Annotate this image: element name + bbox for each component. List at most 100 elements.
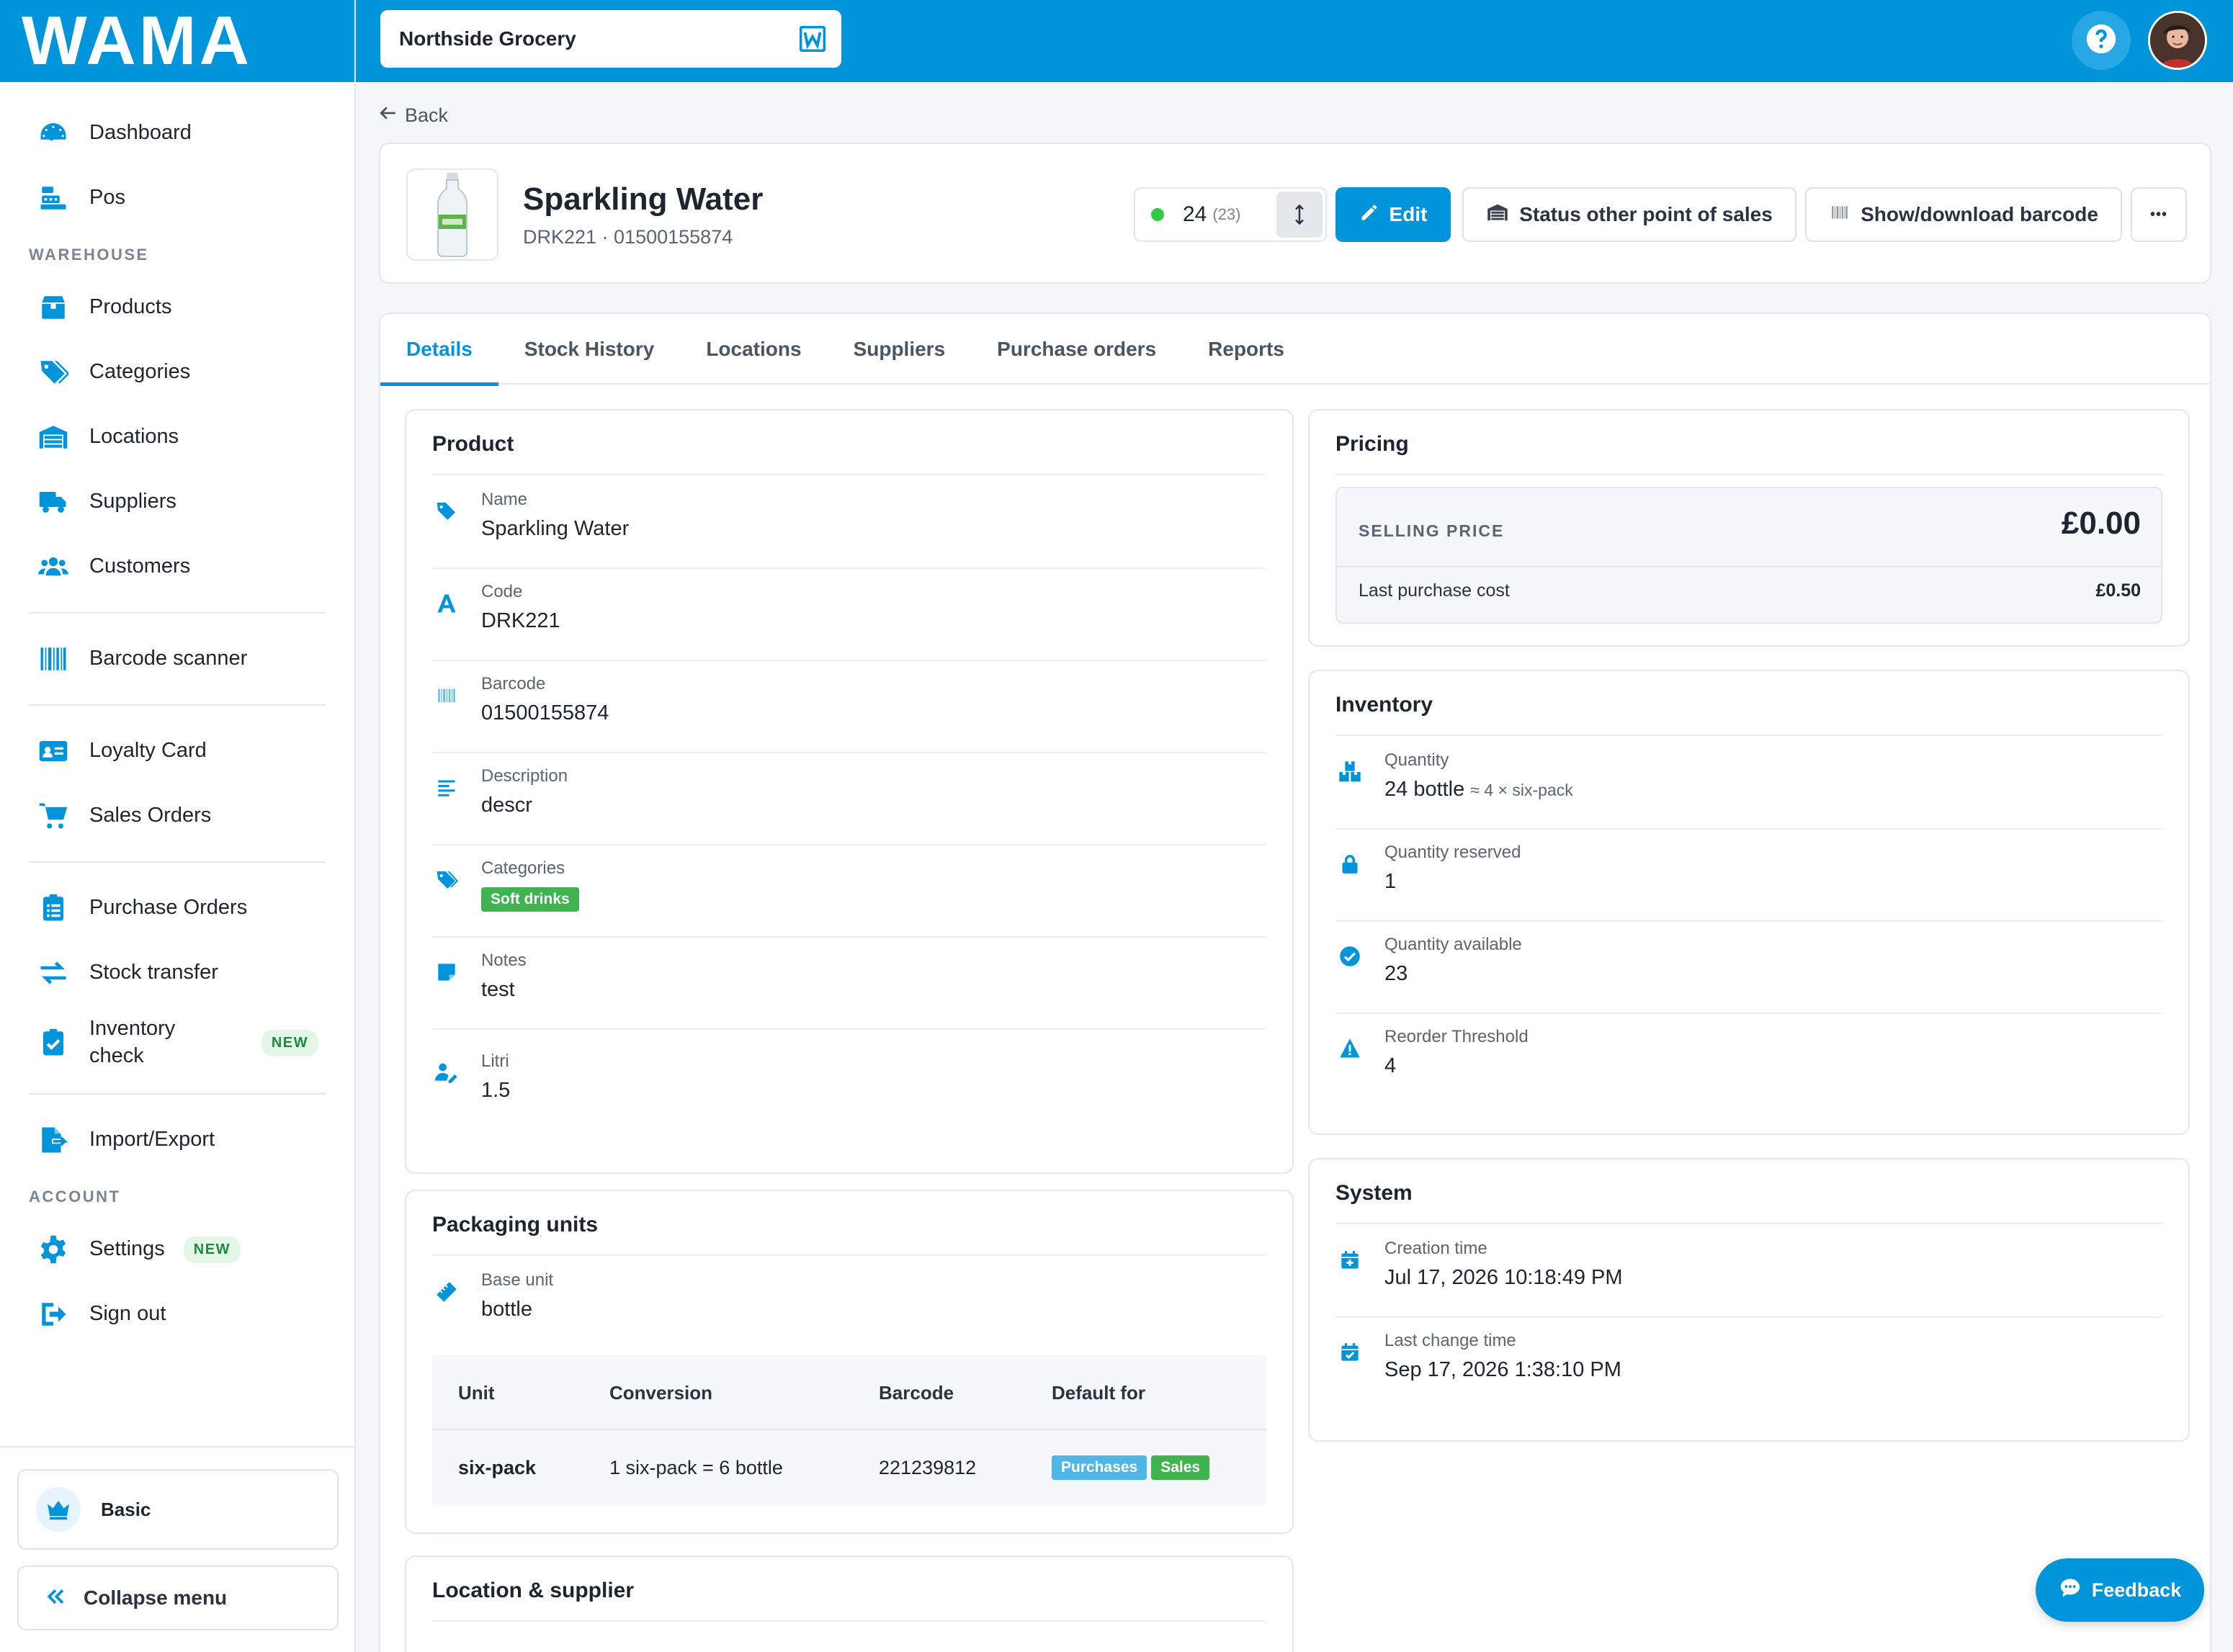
pencil-icon xyxy=(1359,202,1390,228)
sidebar-item-label: Inventory check xyxy=(89,1017,176,1067)
file-export-icon xyxy=(36,1123,71,1157)
system-panel-title: System xyxy=(1335,1181,1413,1205)
sidebar-item-loyalty-card[interactable]: Loyalty Card xyxy=(0,719,354,784)
back-link[interactable]: Back xyxy=(379,104,448,127)
speedometer-icon xyxy=(36,116,71,151)
chat-bubble-icon xyxy=(2059,1577,2092,1604)
price-divider xyxy=(1337,566,2161,567)
field-value: 1.5 xyxy=(481,1079,511,1102)
sidebar-item-label: Customers xyxy=(89,555,191,578)
sidebar-item-sign-out[interactable]: Sign out xyxy=(0,1282,354,1347)
tab-details[interactable]: Details xyxy=(380,314,498,386)
product-panel-title: Product xyxy=(432,432,514,456)
field-label: Description xyxy=(481,766,568,786)
tab-locations[interactable]: Locations xyxy=(680,314,827,385)
box-icon xyxy=(36,290,71,325)
field-label: Quantity xyxy=(1384,750,1449,770)
warning-triangle-icon xyxy=(1335,1034,1364,1063)
user-edit-icon xyxy=(432,1059,461,1087)
plan-badge[interactable]: Basic xyxy=(17,1469,339,1550)
tab-purchase-orders[interactable]: Purchase orders xyxy=(971,314,1182,385)
sidebar-item-pos[interactable]: Pos xyxy=(0,166,354,230)
default-sales-tag: Sales xyxy=(1151,1455,1210,1480)
table-row[interactable]: six-pack 1 six-pack = 6 bottle 221239812… xyxy=(432,1430,1266,1505)
show-download-barcode-button[interactable]: Show/download barcode xyxy=(1805,187,2122,242)
sidebar-item-dashboard[interactable]: Dashboard xyxy=(0,101,354,166)
field-value: descr xyxy=(481,794,532,817)
sidebar-item-suppliers[interactable]: Suppliers xyxy=(0,470,354,534)
pricing-panel: Pricing SELLING PRICE £0.00 Last purchas… xyxy=(1308,409,2190,647)
field-last-change-time: Last change time Sep 17, 2026 1:38:10 PM xyxy=(1335,1318,2162,1410)
tab-reports[interactable]: Reports xyxy=(1182,314,1310,385)
column-header-barcode: Barcode xyxy=(879,1381,954,1404)
field-value: 01500155874 xyxy=(481,701,609,724)
field-base-unit: Base unit bottle xyxy=(432,1257,1266,1350)
id-card-icon xyxy=(36,734,71,768)
field-value: test xyxy=(481,978,515,1001)
sidebar-item-locations[interactable]: Locations xyxy=(0,405,354,470)
tab-suppliers[interactable]: Suppliers xyxy=(828,314,972,385)
column-header-conversion: Conversion xyxy=(609,1381,713,1404)
store-selector[interactable]: Northside Grocery xyxy=(380,10,841,68)
sidebar-item-label: Locations xyxy=(89,425,179,449)
more-options-button[interactable]: ••• xyxy=(2131,187,2187,242)
sidebar-item-sales-orders[interactable]: Sales Orders xyxy=(0,784,354,848)
back-label: Back xyxy=(405,104,449,126)
location-supplier-panel: Location & supplier xyxy=(405,1556,1294,1652)
help-button[interactable] xyxy=(2072,11,2131,70)
packaging-units-panel: Packaging units Base unit bottle Unit Co… xyxy=(405,1190,1294,1534)
adjust-stock-button[interactable] xyxy=(1276,192,1323,238)
calendar-plus-icon xyxy=(1335,1246,1364,1275)
field-value: 24 bottle ≈ 4 × six-pack xyxy=(1384,778,1573,802)
sidebar-item-label: Pos xyxy=(89,186,125,210)
selling-price-label: SELLING PRICE xyxy=(1359,521,1505,540)
field-value: Jul 17, 2026 10:18:49 PM xyxy=(1384,1266,1623,1289)
field-label: Creation time xyxy=(1384,1239,1487,1258)
field-label: Quantity available xyxy=(1384,935,1522,954)
collapse-menu-button[interactable]: Collapse menu xyxy=(17,1566,339,1630)
plan-label: Basic xyxy=(101,1498,151,1520)
sidebar-item-purchase-orders[interactable]: Purchase Orders xyxy=(0,876,354,941)
new-badge: NEW xyxy=(261,1029,318,1056)
sidebar-item-categories[interactable]: Categories xyxy=(0,340,354,405)
field-value: Soft drinks xyxy=(481,886,579,912)
cash-register-icon xyxy=(36,181,71,215)
sidebar-item-inventory-check[interactable]: Inventory check NEW xyxy=(0,1005,354,1080)
stock-available-count: (23) xyxy=(1212,205,1241,223)
edit-button[interactable]: Edit xyxy=(1335,187,1451,242)
question-circle-icon xyxy=(2085,23,2117,58)
sidebar: WAMA Dashboard Pos WAREHOUSE Products Ca… xyxy=(0,0,356,1652)
field-label: Litri xyxy=(481,1051,509,1071)
users-icon xyxy=(36,549,71,584)
user-avatar[interactable] xyxy=(2148,11,2207,70)
field-quantity: Quantity 24 bottle ≈ 4 × six-pack xyxy=(1335,737,2162,830)
last-purchase-cost-value: £0.50 xyxy=(2095,580,2141,601)
sidebar-item-label: Sign out xyxy=(89,1302,166,1326)
ruler-icon xyxy=(432,1278,461,1306)
status-other-pos-button[interactable]: Status other point of sales xyxy=(1462,187,1796,242)
arrow-left-icon xyxy=(379,104,405,127)
packaging-panel-title: Packaging units xyxy=(432,1213,599,1236)
cart-icon xyxy=(36,799,71,833)
sidebar-item-settings[interactable]: Settings NEW xyxy=(0,1217,354,1282)
show-download-barcode-label: Show/download barcode xyxy=(1861,203,2098,225)
sidebar-item-import-export[interactable]: Import/Export xyxy=(0,1108,354,1172)
sidebar-item-barcode-scanner[interactable]: Barcode scanner xyxy=(0,627,354,691)
product-panel: Product Name Sparkling Water Code DRK221… xyxy=(405,409,1294,1174)
wama-logo[interactable]: WAMA xyxy=(22,6,252,76)
column-header-default-for: Default for xyxy=(1052,1381,1145,1404)
feedback-button[interactable]: Feedback xyxy=(2036,1558,2204,1622)
details-tabs-card: Details Stock History Locations Supplier… xyxy=(379,313,2211,1652)
product-thumbnail[interactable] xyxy=(406,169,498,261)
sidebar-item-label: Products xyxy=(89,295,172,319)
sidebar-item-products[interactable]: Products xyxy=(0,275,354,340)
sidebar-item-customers[interactable]: Customers xyxy=(0,534,354,599)
field-label: Barcode xyxy=(481,674,546,693)
field-label: Reorder Threshold xyxy=(1384,1027,1529,1046)
wama-small-logo-icon xyxy=(799,25,826,53)
field-value: DRK221 xyxy=(481,609,560,632)
sidebar-item-stock-transfer[interactable]: Stock transfer xyxy=(0,941,354,1005)
warehouse-icon xyxy=(36,420,71,454)
tab-stock-history[interactable]: Stock History xyxy=(498,314,681,385)
category-tag[interactable]: Soft drinks xyxy=(481,887,579,912)
